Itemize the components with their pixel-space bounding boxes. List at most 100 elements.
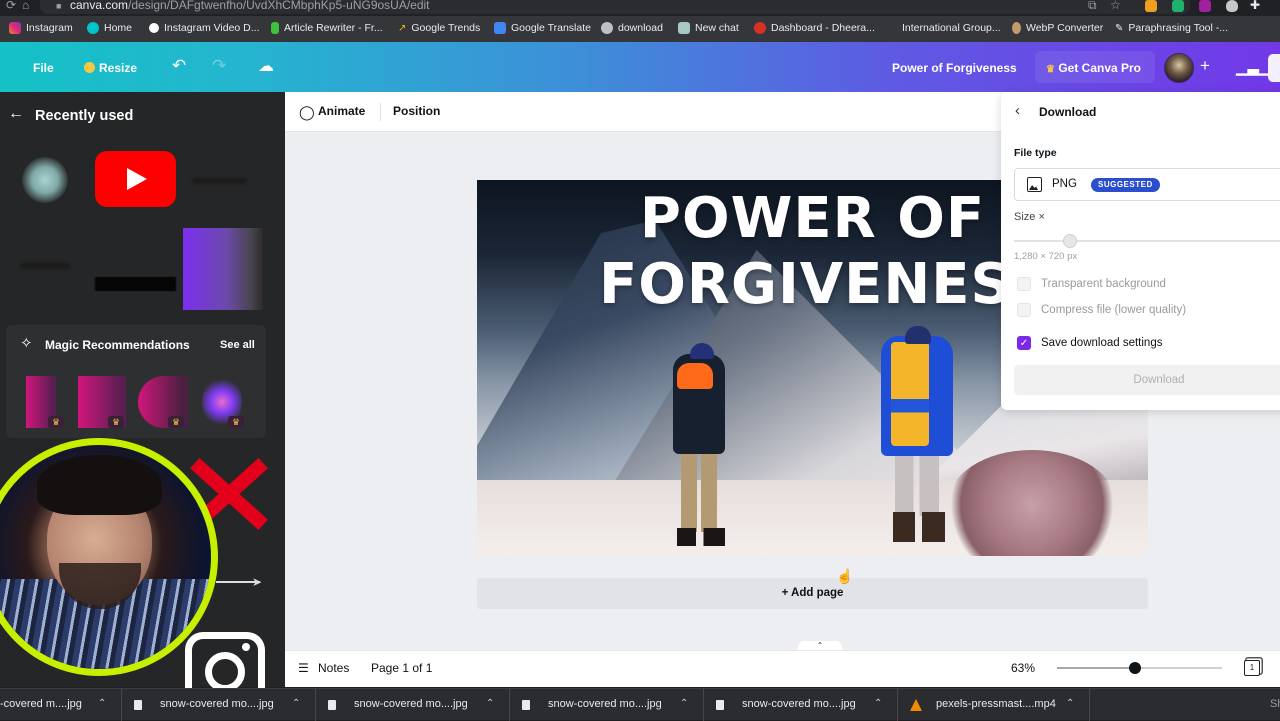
file-menu[interactable]: File	[33, 61, 54, 75]
checkbox[interactable]	[1017, 303, 1031, 317]
magic-title: Magic Recommendations	[45, 338, 190, 352]
recent-element-line[interactable]	[20, 263, 70, 269]
chevron-up-icon[interactable]: ⌃	[98, 698, 106, 709]
transparent-background-option[interactable]: Transparent background	[1017, 277, 1166, 291]
download-item[interactable]: snow-covered mo....jpg ⌃	[704, 689, 898, 721]
extension-icon[interactable]	[1199, 0, 1211, 12]
bookmark-dashboard[interactable]: Dashboard - Dheera...	[754, 22, 875, 34]
recent-element-black-bar[interactable]	[95, 277, 176, 291]
magic-recommendations: ✧ Magic Recommendations See all ♛ ♛ ♛ ♛	[6, 325, 266, 438]
bookmark-download[interactable]: download	[601, 22, 663, 34]
redo-icon[interactable]: ↷	[212, 56, 226, 76]
bookmark-instagram-video[interactable]: Instagram Video D...	[149, 22, 260, 34]
zoom-percentage[interactable]: 63%	[1011, 661, 1035, 675]
bookmark-label: download	[618, 22, 663, 34]
reload-icon[interactable]: ⟳	[6, 0, 16, 12]
recent-element-youtube-logo[interactable]	[95, 151, 176, 207]
chevron-up-icon[interactable]: ⌃	[1066, 698, 1074, 709]
instagram-dot	[242, 643, 250, 651]
chevron-left-icon[interactable]: ‹	[1015, 102, 1020, 119]
animate-icon: ◯	[299, 104, 315, 120]
recent-element-purple-gradient[interactable]	[183, 228, 263, 310]
bookmark-label: Article Rewriter - Fr...	[284, 22, 383, 34]
download-item[interactable]: pexels-pressmast....mp4 ⌃	[898, 689, 1090, 721]
chevron-up-icon[interactable]: ⌃	[874, 698, 882, 709]
checkbox-checked[interactable]: ✓	[1017, 336, 1031, 350]
download-item[interactable]: -covered m....jpg ⌃	[0, 689, 122, 721]
checkbox[interactable]	[1017, 277, 1031, 291]
bookmark-new-chat[interactable]: New chat	[678, 22, 739, 34]
page-indicator[interactable]: Page 1 of 1	[371, 661, 432, 675]
resize-button[interactable]: Resize	[84, 61, 137, 75]
crown-icon: ♛	[228, 416, 244, 428]
divider	[380, 103, 381, 121]
size-slider[interactable]	[1014, 234, 1280, 248]
add-collaborator-button[interactable]: +	[1200, 56, 1210, 76]
compress-file-option[interactable]: Compress file (lower quality)	[1017, 303, 1186, 317]
bookmark-instagram[interactable]: Instagram	[9, 22, 73, 34]
bookmark-international-group[interactable]: International Group...	[902, 22, 1001, 34]
bookmark-label: International Group...	[902, 22, 1001, 34]
download-item[interactable]: snow-covered mo....jpg ⌃	[510, 689, 704, 721]
zoom-slider-thumb[interactable]	[1128, 662, 1141, 674]
download-file-name: snow-covered mo....jpg	[160, 698, 274, 710]
cloud-saved-icon[interactable]: ☁	[258, 56, 274, 76]
lock-icon: ■	[56, 1, 62, 11]
show-all-downloads-link[interactable]: Sh	[1270, 698, 1280, 710]
url-text[interactable]: canva.com/design/DAFgtwenfho/UvdXhCMbphK…	[70, 0, 430, 12]
download-item[interactable]: snow-covered mo....jpg ⌃	[316, 689, 510, 721]
file-type-select[interactable]: PNG SUGGESTED	[1014, 168, 1280, 201]
suggested-badge: SUGGESTED	[1091, 178, 1160, 192]
design-title[interactable]: Power of Forgiveness	[892, 61, 1017, 75]
arrow-right-icon: ➤	[252, 575, 263, 589]
animate-button[interactable]: Animate	[318, 104, 365, 118]
home-icon[interactable]: ⌂	[22, 0, 29, 12]
recent-element-blur-circle[interactable]	[22, 157, 68, 203]
bookmark-star-icon[interactable]: ☆	[1110, 0, 1121, 12]
downloads-shelf: -covered m....jpg ⌃ snow-covered mo....j…	[0, 688, 1280, 721]
chevron-up-icon[interactable]: ⌃	[680, 698, 688, 709]
trends-icon: ↗	[398, 22, 407, 34]
shield-extension-icon[interactable]	[1226, 0, 1238, 12]
get-canva-pro-label: ♛ Get Canva Pro	[1046, 61, 1141, 75]
canva-icon	[87, 22, 99, 34]
insights-chart-icon[interactable]: ▁▃▁	[1236, 58, 1271, 76]
avatar[interactable]	[1164, 53, 1194, 83]
page-grid-button[interactable]: 1	[1244, 660, 1260, 676]
size-slider-thumb[interactable]	[1063, 234, 1077, 248]
bookmark-article-rewriter[interactable]: Article Rewriter - Fr...	[271, 22, 383, 34]
chevron-up-icon[interactable]: ⌃	[292, 698, 300, 709]
position-button[interactable]: Position	[393, 104, 440, 118]
pen-icon: ✎	[1115, 22, 1124, 34]
see-all-link[interactable]: See all	[220, 339, 255, 351]
bookmark-google-trends[interactable]: ↗ Google Trends	[398, 22, 480, 34]
undo-icon[interactable]: ↶	[172, 56, 186, 76]
article-icon	[271, 22, 279, 34]
url-path: /design/DAFgtwenfho/UvdXhCMbphKp5-uNG9os…	[128, 0, 430, 12]
zoom-slider[interactable]	[1057, 662, 1222, 674]
bookmark-label: Google Trends	[411, 22, 481, 34]
download-file-name: -covered m....jpg	[0, 698, 82, 710]
download-panel: ‹ Download File type PNG SUGGESTED Size …	[1001, 92, 1280, 410]
bookmark-label: Paraphrasing Tool -...	[1128, 22, 1229, 34]
puzzle-icon[interactable]: ✚	[1250, 0, 1260, 12]
chevron-up-icon[interactable]: ⌃	[486, 698, 494, 709]
recent-element-line[interactable]	[192, 178, 247, 184]
hiker-right-boots	[893, 512, 945, 542]
bookmark-home[interactable]: Home	[87, 22, 132, 34]
extension-icon[interactable]	[1172, 0, 1184, 12]
bookmark-google-translate[interactable]: Google Translate	[494, 22, 591, 34]
extension-icon[interactable]	[1145, 0, 1157, 12]
back-arrow-icon[interactable]: ←	[8, 105, 24, 123]
crown-icon: ♛	[108, 416, 124, 428]
add-page-button[interactable]: + Add page	[477, 578, 1148, 609]
download-item[interactable]: snow-covered mo....jpg ⌃	[122, 689, 316, 721]
notes-button[interactable]: Notes	[318, 661, 349, 675]
share-button[interactable]	[1268, 54, 1280, 82]
save-download-settings-option[interactable]: ✓ Save download settings	[1017, 336, 1162, 350]
bookmark-paraphrasing-tool[interactable]: ✎ Paraphrasing Tool -...	[1115, 22, 1228, 34]
download-file-name: snow-covered mo....jpg	[354, 698, 468, 710]
bookmark-webp-converter[interactable]: WebP Converter	[1012, 22, 1103, 34]
share-page-icon[interactable]: ⧉	[1088, 0, 1097, 13]
download-button[interactable]: Download	[1014, 365, 1280, 395]
